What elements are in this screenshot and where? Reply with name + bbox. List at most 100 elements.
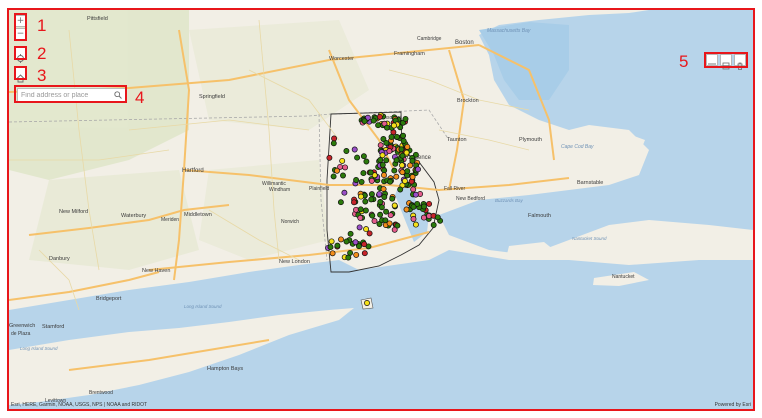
- data-point-marker[interactable]: [343, 238, 350, 245]
- data-point-marker[interactable]: [393, 133, 400, 140]
- data-point-marker[interactable]: [379, 161, 386, 168]
- data-point-marker[interactable]: [434, 214, 441, 221]
- data-point-marker[interactable]: [387, 212, 394, 219]
- data-point-marker[interactable]: [360, 170, 367, 177]
- data-point-marker[interactable]: [362, 198, 369, 205]
- data-point-marker[interactable]: [352, 239, 359, 246]
- data-point-marker[interactable]: [377, 157, 384, 163]
- data-point-marker[interactable]: [393, 157, 400, 164]
- powered-by-esri-link[interactable]: Powered by Esri: [715, 402, 751, 408]
- data-point-marker[interactable]: [328, 238, 335, 245]
- data-point-marker[interactable]: [377, 211, 384, 218]
- data-point-marker[interactable]: [353, 251, 360, 258]
- data-point-marker[interactable]: [412, 191, 419, 198]
- data-point-marker[interactable]: [377, 199, 384, 205]
- data-point-marker[interactable]: [398, 146, 405, 153]
- data-point-marker[interactable]: [415, 166, 421, 173]
- data-point-marker[interactable]: [404, 143, 411, 150]
- data-point-marker[interactable]: [366, 230, 373, 237]
- data-point-marker[interactable]: [357, 206, 364, 213]
- map-canvas[interactable]: Pittsfield Worcester Framingham Cambridg…: [9, 10, 753, 409]
- data-point-marker[interactable]: [397, 186, 404, 193]
- data-point-marker[interactable]: [364, 300, 370, 306]
- data-point-marker[interactable]: [421, 203, 427, 210]
- data-point-marker[interactable]: [337, 199, 344, 206]
- data-point-marker[interactable]: [399, 162, 405, 169]
- data-point-marker[interactable]: [391, 167, 398, 174]
- data-point-marker[interactable]: [400, 138, 407, 144]
- data-point-marker[interactable]: [381, 172, 387, 179]
- data-point-marker[interactable]: [409, 174, 416, 180]
- data-point-marker[interactable]: [358, 193, 364, 200]
- data-point-marker[interactable]: [402, 115, 409, 122]
- data-point-marker[interactable]: [334, 167, 340, 174]
- data-point-marker[interactable]: [354, 154, 361, 161]
- data-point-marker[interactable]: [342, 164, 349, 171]
- data-point-marker[interactable]: [409, 157, 416, 164]
- data-point-marker[interactable]: [426, 200, 433, 207]
- data-point-marker[interactable]: [345, 254, 352, 261]
- data-point-marker[interactable]: [367, 169, 374, 176]
- data-point-marker[interactable]: [334, 242, 341, 249]
- data-point-marker[interactable]: [326, 154, 333, 161]
- data-point-marker[interactable]: [410, 186, 417, 193]
- data-point-marker[interactable]: [389, 195, 396, 202]
- data-point-marker[interactable]: [353, 177, 360, 183]
- data-point-marker[interactable]: [347, 230, 354, 237]
- data-point-marker[interactable]: [391, 202, 398, 209]
- data-point-marker[interactable]: [391, 122, 397, 129]
- data-point-marker[interactable]: [376, 113, 383, 120]
- data-point-marker[interactable]: [356, 224, 363, 231]
- data-point-marker[interactable]: [383, 139, 390, 146]
- data-point-marker[interactable]: [383, 157, 390, 164]
- data-point-marker[interactable]: [338, 236, 344, 243]
- data-point-marker[interactable]: [358, 178, 365, 185]
- data-point-marker[interactable]: [368, 196, 375, 203]
- data-point-marker[interactable]: [387, 178, 394, 185]
- data-point-marker[interactable]: [388, 133, 395, 140]
- data-point-marker[interactable]: [404, 168, 411, 175]
- data-point-marker[interactable]: [401, 178, 408, 184]
- data-point-marker[interactable]: [343, 148, 350, 154]
- data-point-marker[interactable]: [410, 203, 417, 210]
- data-point-marker[interactable]: [361, 118, 368, 125]
- data-point-marker[interactable]: [362, 207, 369, 214]
- data-point-marker[interactable]: [391, 226, 398, 233]
- data-point-marker[interactable]: [340, 172, 346, 179]
- data-point-marker[interactable]: [361, 250, 368, 257]
- data-point-marker[interactable]: [376, 191, 383, 198]
- data-point-marker[interactable]: [381, 194, 388, 200]
- data-point-marker[interactable]: [351, 199, 357, 206]
- data-point-marker[interactable]: [339, 157, 346, 164]
- data-point-marker[interactable]: [383, 208, 390, 215]
- data-point-marker[interactable]: [399, 152, 406, 159]
- data-point-marker[interactable]: [430, 222, 437, 228]
- data-point-marker[interactable]: [400, 132, 407, 139]
- data-point-marker[interactable]: [351, 146, 358, 153]
- data-point-marker[interactable]: [360, 153, 367, 160]
- data-point-marker[interactable]: [361, 241, 368, 248]
- data-point-marker[interactable]: [370, 117, 377, 124]
- data-point-marker[interactable]: [399, 169, 406, 176]
- data-point-marker[interactable]: [371, 218, 378, 224]
- data-point-marker[interactable]: [357, 214, 364, 221]
- data-point-marker[interactable]: [330, 140, 337, 147]
- data-point-marker[interactable]: [393, 173, 400, 180]
- data-point-marker[interactable]: [420, 214, 427, 221]
- data-point-marker[interactable]: [368, 191, 375, 198]
- data-point-marker[interactable]: [412, 221, 419, 228]
- data-point-marker[interactable]: [377, 142, 384, 149]
- data-point-marker[interactable]: [382, 217, 389, 224]
- data-point-marker[interactable]: [375, 122, 382, 129]
- data-point-marker[interactable]: [368, 177, 375, 184]
- data-point-marker[interactable]: [327, 244, 334, 251]
- data-point-marker[interactable]: [386, 148, 393, 155]
- data-point-marker[interactable]: [329, 250, 336, 257]
- data-point-marker[interactable]: [378, 204, 385, 211]
- data-point-marker[interactable]: [331, 135, 338, 142]
- data-point-marker[interactable]: [363, 158, 370, 165]
- data-point-marker[interactable]: [363, 226, 370, 233]
- data-point-marker[interactable]: [410, 216, 417, 222]
- data-point-marker[interactable]: [330, 173, 337, 180]
- data-point-marker[interactable]: [403, 206, 410, 213]
